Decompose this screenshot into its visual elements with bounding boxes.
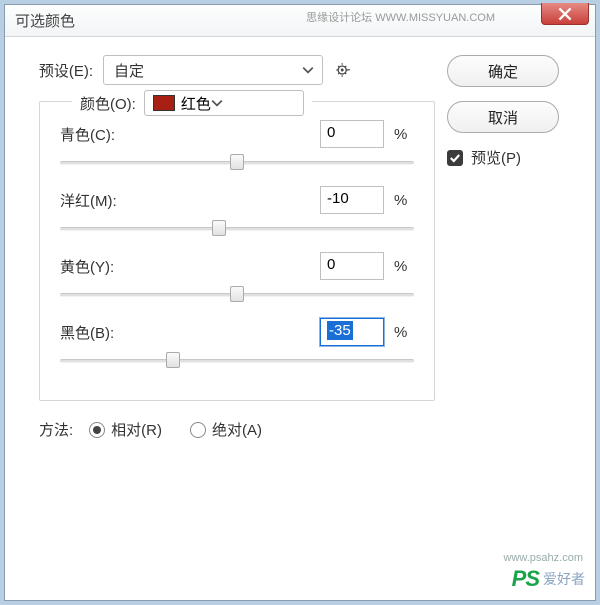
percent-label: % [394,192,414,209]
watermark-bottom: PS 爱好者 [512,566,585,592]
colors-value: 红色 [181,93,211,114]
preview-label: 预览(P) [471,147,521,168]
black-input[interactable]: -35 [320,318,384,346]
slider-thumb[interactable] [230,286,244,302]
chevron-down-icon [211,97,223,109]
cyan-input[interactable]: 0 [320,120,384,148]
slider-thumb[interactable] [212,220,226,236]
color-swatch [153,95,175,111]
chevron-down-icon [302,64,314,76]
close-button[interactable] [541,3,589,25]
slider-magenta: 洋红(M): -10 % [60,186,414,238]
absolute-label[interactable]: 绝对(A) [212,419,262,440]
preset-value: 自定 [114,60,144,81]
black-label: 黑色(B): [60,322,114,343]
cyan-label: 青色(C): [60,124,115,145]
method-row: 方法: 相对(R) 绝对(A) [39,419,435,440]
method-label: 方法: [39,419,73,440]
magenta-slider[interactable] [60,220,414,238]
selective-color-dialog: 可选颜色 思缘设计论坛 WWW.MISSYUAN.COM 预设(E): 自定 颜… [4,4,596,601]
percent-label: % [394,258,414,275]
slider-cyan: 青色(C): 0 % [60,120,414,172]
slider-black: 黑色(B): -35 % [60,318,414,370]
watermark-url: www.psahz.com [504,552,583,564]
slider-thumb[interactable] [230,154,244,170]
close-icon [558,7,572,21]
watermark-top: 思缘设计论坛 WWW.MISSYUAN.COM [306,9,495,25]
titlebar: 可选颜色 思缘设计论坛 WWW.MISSYUAN.COM [5,5,595,37]
radio-relative[interactable] [89,422,105,438]
window-title: 可选颜色 [15,10,75,31]
magenta-label: 洋红(M): [60,190,117,211]
radio-absolute[interactable] [190,422,206,438]
preset-label: 预设(E): [33,60,103,81]
preview-checkbox[interactable] [447,150,463,166]
percent-label: % [394,324,414,341]
percent-label: % [394,126,414,143]
colors-fieldset: 颜色(O): 红色 青色(C): 0 % [39,101,435,401]
yellow-slider[interactable] [60,286,414,304]
black-slider[interactable] [60,352,414,370]
slider-thumb[interactable] [166,352,180,368]
slider-yellow: 黄色(Y): 0 % [60,252,414,304]
cyan-slider[interactable] [60,154,414,172]
ok-button[interactable]: 确定 [447,55,559,87]
cancel-button[interactable]: 取消 [447,101,559,133]
yellow-input[interactable]: 0 [320,252,384,280]
check-icon [449,152,461,164]
preset-dropdown[interactable]: 自定 [103,55,323,85]
watermark-text: 爱好者 [543,569,585,589]
colors-label: 颜色(O): [80,93,136,114]
watermark-ps: PS [512,566,539,592]
magenta-input[interactable]: -10 [320,186,384,214]
colors-dropdown[interactable]: 红色 [144,90,304,116]
yellow-label: 黄色(Y): [60,256,114,277]
gear-icon [335,61,353,79]
preset-menu-button[interactable] [333,59,355,81]
relative-label[interactable]: 相对(R) [111,419,162,440]
